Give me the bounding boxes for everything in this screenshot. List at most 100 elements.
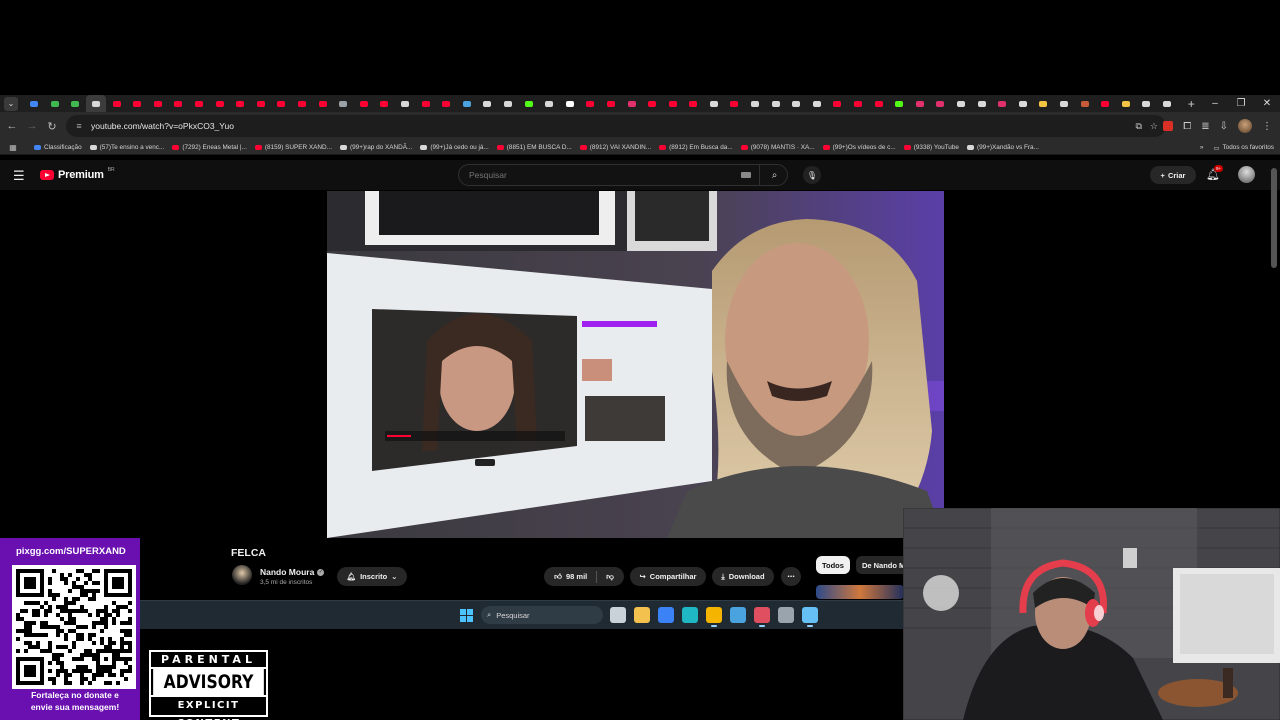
browser-tab[interactable] bbox=[621, 95, 642, 112]
bookmark-item[interactable]: (8159) SUPER XAND... bbox=[254, 144, 332, 151]
microphone-icon[interactable]: 🎙︎ bbox=[803, 166, 821, 184]
windows-start-icon[interactable] bbox=[460, 609, 473, 622]
menu-kebab-icon[interactable]: ⋮ bbox=[1262, 121, 1272, 132]
browser-tab[interactable] bbox=[168, 95, 189, 112]
browser-tab[interactable] bbox=[889, 95, 910, 112]
tab-search-button[interactable]: ⌄ bbox=[4, 96, 18, 111]
task-view-icon[interactable] bbox=[610, 607, 626, 623]
photos-icon[interactable] bbox=[730, 607, 746, 623]
browser-tab[interactable] bbox=[807, 95, 828, 112]
profile-avatar[interactable] bbox=[1238, 119, 1252, 133]
bookmark-item[interactable]: (57)Te ensino a venc... bbox=[89, 144, 164, 151]
youtube-logo[interactable]: Premium BR bbox=[40, 167, 115, 181]
bookmark-item[interactable]: (99+)Xandão vs Fra... bbox=[966, 144, 1039, 151]
browser-tab[interactable] bbox=[292, 95, 313, 112]
browser-tab[interactable] bbox=[333, 95, 354, 112]
browser-tab[interactable] bbox=[1074, 95, 1095, 112]
browser-tab[interactable] bbox=[312, 95, 333, 112]
steam-icon[interactable] bbox=[802, 607, 818, 627]
bookmark-item[interactable]: (8912) VAI XANDIN... bbox=[579, 144, 651, 151]
forward-icon[interactable]: → bbox=[22, 120, 42, 132]
reload-icon[interactable]: ↻ bbox=[42, 120, 62, 133]
address-bar[interactable]: ≡ youtube.com/watch?v=oPkxCO3_Yuo ⧉ ☆ bbox=[66, 115, 1166, 137]
browser-tab[interactable] bbox=[189, 95, 210, 112]
bookmark-item[interactable]: (9078) MANTIS · XA... bbox=[740, 144, 815, 151]
downloads-icon[interactable]: ⇩ bbox=[1220, 121, 1228, 132]
browser-tab[interactable] bbox=[745, 95, 766, 112]
bookmark-item[interactable]: (99+)Já cedo ou já... bbox=[420, 144, 489, 151]
browser-tab[interactable] bbox=[704, 95, 725, 112]
browser-tab[interactable] bbox=[85, 95, 107, 112]
close-window-icon[interactable]: ✕ bbox=[1254, 95, 1280, 112]
extension-icon[interactable] bbox=[1163, 121, 1174, 131]
browser-tab[interactable] bbox=[786, 95, 807, 112]
channel-name-link[interactable]: Nando Moura ✓ bbox=[260, 567, 325, 577]
browser-tab[interactable] bbox=[683, 95, 704, 112]
browser-tab[interactable] bbox=[436, 95, 457, 112]
browser-tab[interactable] bbox=[106, 95, 127, 112]
file-explorer-icon[interactable] bbox=[634, 607, 650, 623]
edge-icon[interactable] bbox=[682, 607, 698, 623]
browser-tab[interactable] bbox=[415, 95, 436, 112]
back-icon[interactable]: ← bbox=[2, 120, 22, 132]
bookmark-item[interactable]: Classificação bbox=[34, 144, 82, 151]
apps-grid-icon[interactable]: ▦ bbox=[0, 143, 26, 152]
browser-tab[interactable] bbox=[271, 95, 292, 112]
bookmark-item[interactable]: (99+)rap do XANDÃ... bbox=[339, 144, 412, 151]
like-button[interactable]: 👍︎ 98 mil bbox=[554, 572, 587, 582]
browser-tab[interactable] bbox=[1013, 95, 1034, 112]
browser-tab[interactable] bbox=[724, 95, 745, 112]
browser-tab[interactable] bbox=[354, 95, 375, 112]
browser-tab[interactable] bbox=[45, 95, 66, 112]
browser-tab[interactable] bbox=[971, 95, 992, 112]
browser-tab[interactable] bbox=[1033, 95, 1054, 112]
browser-tab[interactable] bbox=[827, 95, 848, 112]
settings-icon[interactable] bbox=[778, 607, 794, 623]
browser-tab[interactable] bbox=[848, 95, 869, 112]
browser-tab[interactable] bbox=[765, 95, 786, 112]
browser-tab[interactable] bbox=[477, 95, 498, 112]
minimize-icon[interactable]: – bbox=[1202, 95, 1228, 112]
browser-tab[interactable] bbox=[518, 95, 539, 112]
page-scrollbar[interactable] bbox=[1271, 168, 1277, 268]
browser-tab[interactable] bbox=[209, 95, 230, 112]
download-button[interactable]: ⤓ Download bbox=[712, 567, 774, 586]
account-avatar[interactable] bbox=[1238, 166, 1255, 183]
install-app-icon[interactable]: ⧉ bbox=[1135, 121, 1141, 132]
browser-tab[interactable] bbox=[24, 95, 45, 112]
video-player[interactable] bbox=[327, 191, 944, 538]
chip-all[interactable]: Todos bbox=[816, 556, 850, 574]
browser-tab[interactable] bbox=[868, 95, 889, 112]
bookmark-item[interactable]: (7292) Eneas Metal |... bbox=[172, 144, 247, 151]
channel-avatar[interactable] bbox=[232, 565, 252, 585]
browser-tab[interactable] bbox=[930, 95, 951, 112]
obs-icon[interactable] bbox=[754, 607, 770, 627]
more-actions-button[interactable]: ⋯ bbox=[781, 567, 801, 586]
browser-tab[interactable] bbox=[1115, 95, 1136, 112]
subscribe-button[interactable]: 🔔︎ Inscrito ⌄ bbox=[337, 567, 407, 586]
menu-icon[interactable]: ☰ bbox=[13, 168, 25, 184]
browser-tab[interactable] bbox=[230, 95, 251, 112]
taskbar-search[interactable]: ⌕ Pesquisar bbox=[481, 606, 603, 624]
share-button[interactable]: ↪ Compartilhar bbox=[630, 567, 706, 586]
browser-tab[interactable] bbox=[65, 95, 86, 112]
bookmark-item[interactable]: (9338) YouTube bbox=[903, 144, 959, 151]
dislike-icon[interactable]: 👎︎ bbox=[606, 572, 614, 582]
browser-tab[interactable] bbox=[498, 95, 519, 112]
browser-tab[interactable] bbox=[251, 95, 272, 112]
browser-tab[interactable] bbox=[1095, 95, 1116, 112]
url-text[interactable]: youtube.com/watch?v=oPkxCO3_Yuo bbox=[91, 121, 234, 131]
browser-tab[interactable] bbox=[601, 95, 622, 112]
browser-tab[interactable] bbox=[374, 95, 395, 112]
extensions-puzzle-icon[interactable]: ⧠ bbox=[1183, 121, 1191, 132]
browser-tab[interactable] bbox=[642, 95, 663, 112]
browser-tab[interactable] bbox=[1054, 95, 1075, 112]
browser-tab[interactable] bbox=[1136, 95, 1157, 112]
bookmark-item[interactable]: (99+)Os vídeos de c... bbox=[822, 144, 896, 151]
maximize-icon[interactable]: ❐ bbox=[1228, 95, 1254, 112]
browser-tab[interactable] bbox=[1157, 95, 1178, 112]
new-tab-button[interactable]: + bbox=[1183, 97, 1199, 111]
recommended-video-thumbnail[interactable] bbox=[816, 585, 904, 599]
browser-tab[interactable] bbox=[992, 95, 1013, 112]
browser-tab[interactable] bbox=[559, 95, 580, 112]
